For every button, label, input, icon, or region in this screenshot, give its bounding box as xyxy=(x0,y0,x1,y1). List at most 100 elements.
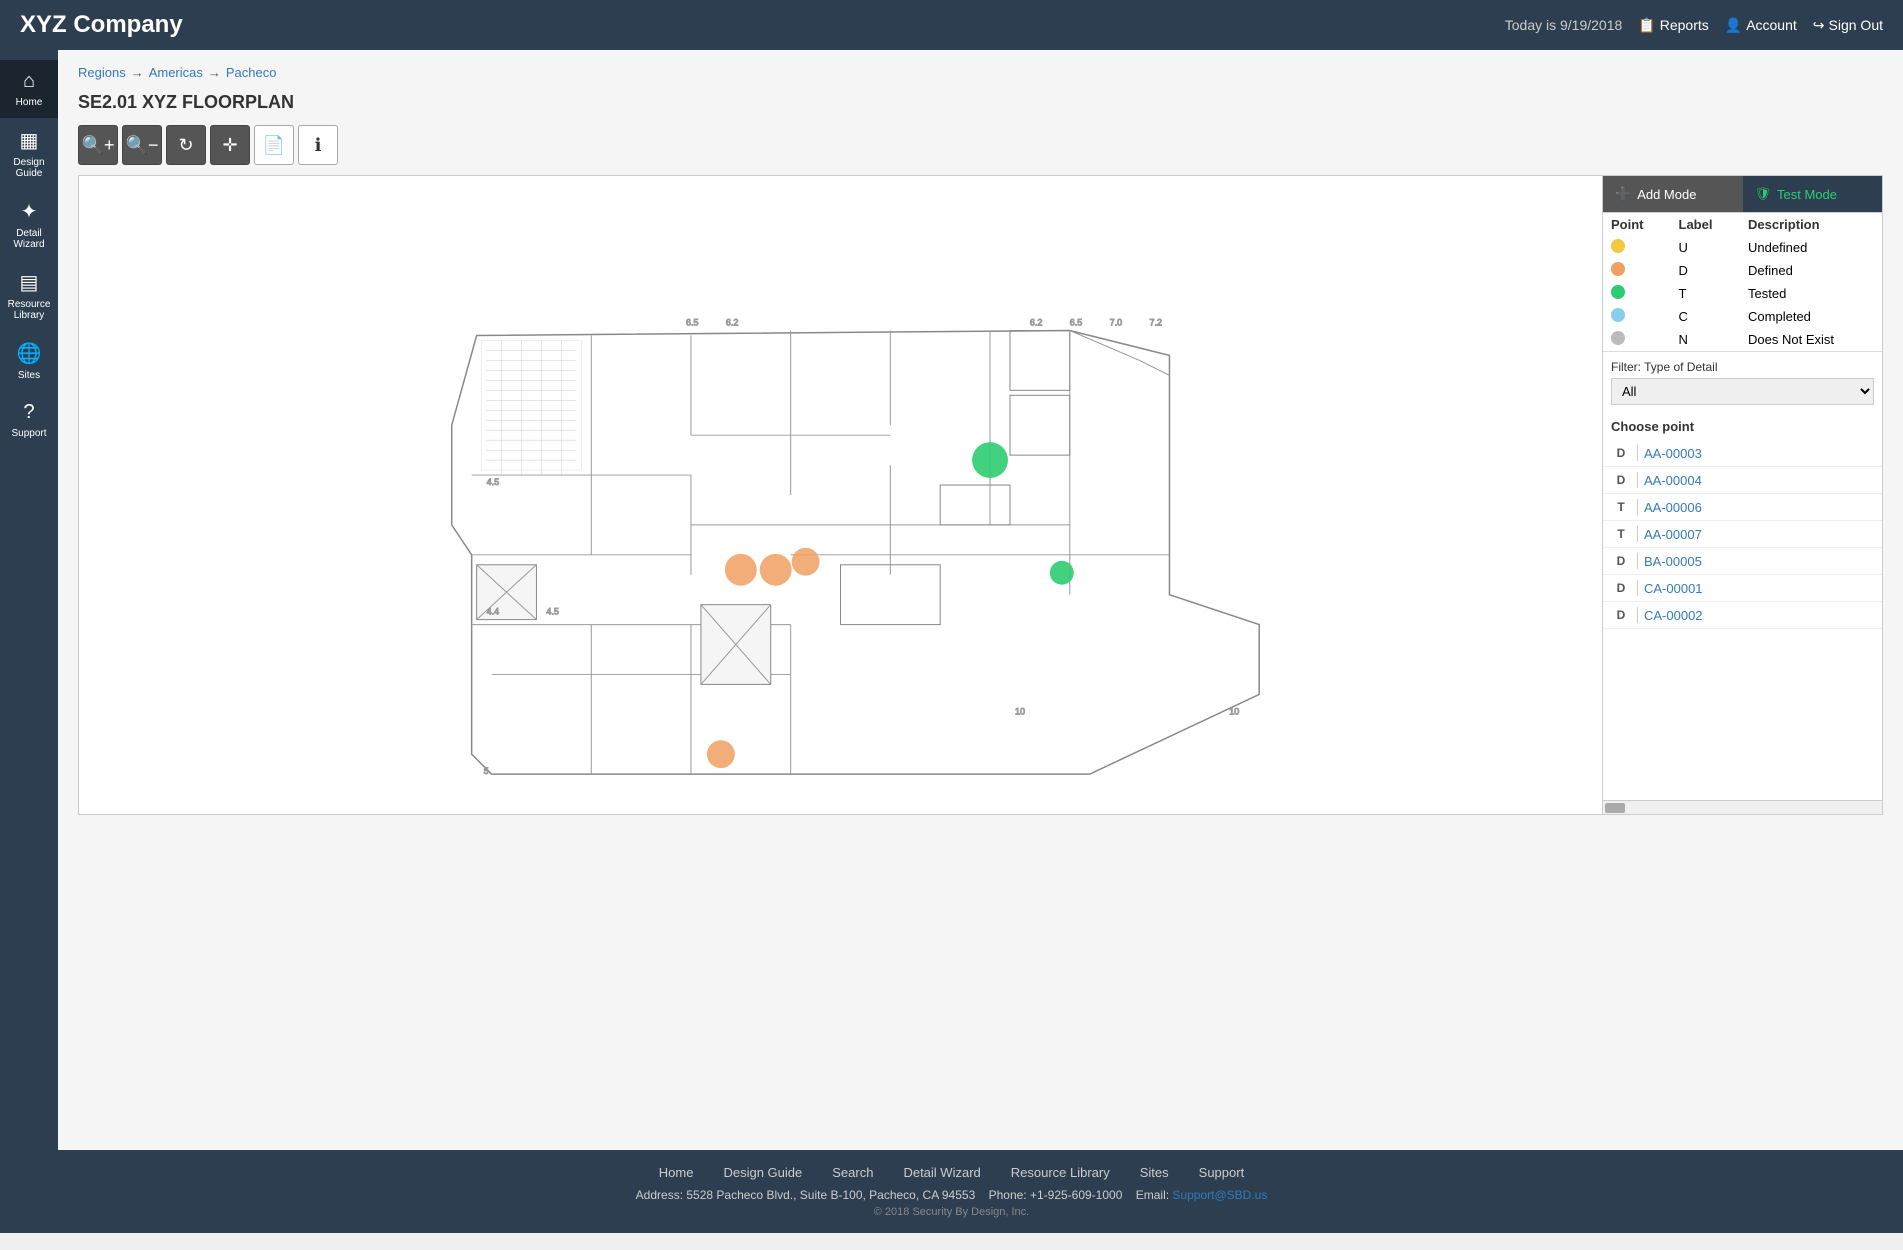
svg-text:7.0: 7.0 xyxy=(1110,318,1122,328)
legend-description-cell: Tested xyxy=(1740,282,1882,305)
test-mode-button[interactable]: 🛡 Test Mode xyxy=(1743,176,1883,212)
legend-dot xyxy=(1611,285,1625,299)
legend-row: U Undefined xyxy=(1603,236,1882,259)
svg-text:6.5: 6.5 xyxy=(1070,318,1082,328)
email-link[interactable]: Support@SBD.us xyxy=(1172,1188,1267,1202)
sidebar-item-home[interactable]: ⌂ Home xyxy=(0,60,58,118)
footer-link-home[interactable]: Home xyxy=(659,1165,694,1180)
point-status: D xyxy=(1611,446,1631,460)
footer-links: Home Design Guide Search Detail Wizard Resou… xyxy=(20,1165,1883,1180)
point-item[interactable]: D CA-00002 xyxy=(1603,602,1882,629)
add-mode-button[interactable]: ➕ Add Mode xyxy=(1603,176,1743,212)
sidebar-item-resource-library[interactable]: ▤ Resource Library xyxy=(0,260,58,331)
point-link[interactable]: AA-00004 xyxy=(1644,473,1702,488)
copyright: © 2018 Security By Design, Inc. xyxy=(20,1206,1883,1218)
legend-header-description: Description xyxy=(1740,213,1882,236)
toolbar: 🔍+ 🔍− ↻ ✛ 📄 ℹ xyxy=(78,125,1883,165)
legend-label-cell: N xyxy=(1671,328,1741,351)
main-panel: 4.5 4.4 4.5 5 10 10 6.2 6.5 7.0 7.2 6.5 … xyxy=(78,175,1883,815)
zoom-out-button[interactable]: 🔍− xyxy=(122,125,162,165)
legend-dot-cell xyxy=(1603,328,1671,351)
point-item[interactable]: D BA-00005 xyxy=(1603,548,1882,575)
sidebar-item-design-guide[interactable]: ▦ Design Guide xyxy=(0,118,58,189)
point-item[interactable]: D AA-00003 xyxy=(1603,440,1882,467)
detail-wizard-icon: ✦ xyxy=(21,199,38,224)
legend-description-cell: Defined xyxy=(1740,259,1882,282)
floorplan-svg: 4.5 4.4 4.5 5 10 10 6.2 6.5 7.0 7.2 6.5 … xyxy=(79,176,1602,814)
address-value: 5528 Pacheco Blvd., Suite B-100, Pacheco… xyxy=(686,1188,975,1202)
point-divider xyxy=(1637,607,1638,623)
header-date: Today is 9/19/2018 xyxy=(1505,17,1623,33)
reports-link[interactable]: 📋 Reports xyxy=(1638,17,1708,34)
sites-icon: 🌐 xyxy=(17,341,42,366)
sidebar-label-support: Support xyxy=(11,428,46,439)
legend-table: Point Label Description U Undefined D De… xyxy=(1603,213,1882,351)
sidebar-item-support[interactable]: ? Support xyxy=(0,391,58,449)
footer-address: Address: 5528 Pacheco Blvd., Suite B-100… xyxy=(20,1188,1883,1202)
point-divider xyxy=(1637,526,1638,542)
right-panel: ➕ Add Mode 🛡 Test Mode Point Label D xyxy=(1603,175,1883,815)
point-status: D xyxy=(1611,554,1631,568)
filter-select[interactable]: All Camera Door Motion Other xyxy=(1611,378,1874,405)
footer-link-detail-wizard[interactable]: Detail Wizard xyxy=(903,1165,980,1180)
point-link[interactable]: CA-00002 xyxy=(1644,608,1703,623)
point-item[interactable]: T AA-00007 xyxy=(1603,521,1882,548)
point-item[interactable]: T AA-00006 xyxy=(1603,494,1882,521)
legend-dot-cell xyxy=(1603,282,1671,305)
account-link[interactable]: 👤 Account xyxy=(1725,17,1797,34)
point-link[interactable]: AA-00006 xyxy=(1644,500,1702,515)
footer-link-design-guide[interactable]: Design Guide xyxy=(723,1165,802,1180)
signout-icon: ↪ xyxy=(1813,17,1825,34)
zoom-in-button[interactable]: 🔍+ xyxy=(78,125,118,165)
point-link[interactable]: CA-00001 xyxy=(1644,581,1703,596)
home-icon: ⌂ xyxy=(23,70,35,93)
legend-dot-cell xyxy=(1603,236,1671,259)
shield-icon: 🛡 xyxy=(1755,186,1772,202)
sidebar-item-detail-wizard[interactable]: ✦ Detail Wizard xyxy=(0,189,58,260)
legend-description-cell: Completed xyxy=(1740,305,1882,328)
sidebar: ⌂ Home ▦ Design Guide ✦ Detail Wizard ▤ … xyxy=(0,50,58,1150)
footer-link-support[interactable]: Support xyxy=(1199,1165,1245,1180)
sidebar-item-sites[interactable]: 🌐 Sites xyxy=(0,331,58,391)
point-divider xyxy=(1637,499,1638,515)
signout-link[interactable]: ↪ Sign Out xyxy=(1813,17,1883,34)
move-button[interactable]: ✛ xyxy=(210,125,250,165)
footer-link-search[interactable]: Search xyxy=(832,1165,873,1180)
sidebar-label-sites: Sites xyxy=(18,370,40,381)
choose-point-label: Choose point xyxy=(1603,413,1882,440)
point-link[interactable]: AA-00003 xyxy=(1644,446,1702,461)
refresh-button[interactable]: ↻ xyxy=(166,125,206,165)
point-item[interactable]: D AA-00004 xyxy=(1603,467,1882,494)
legend-dot xyxy=(1611,262,1625,276)
breadcrumb-regions[interactable]: Regions xyxy=(78,65,126,80)
point-divider xyxy=(1637,553,1638,569)
scroll-bar[interactable] xyxy=(1603,800,1882,814)
point-list[interactable]: D AA-00003 D AA-00004 T AA-00006 T AA-00… xyxy=(1603,440,1882,800)
point-status: D xyxy=(1611,581,1631,595)
point-link[interactable]: BA-00005 xyxy=(1644,554,1702,569)
breadcrumb-americas[interactable]: Americas xyxy=(149,65,203,80)
legend-label-cell: C xyxy=(1671,305,1741,328)
svg-text:10: 10 xyxy=(1229,706,1239,716)
info-button[interactable]: ℹ xyxy=(298,125,338,165)
svg-text:7.2: 7.2 xyxy=(1150,318,1162,328)
breadcrumb-pacheco[interactable]: Pacheco xyxy=(226,65,277,80)
right-panel-buttons: ➕ Add Mode 🛡 Test Mode xyxy=(1603,176,1882,213)
point-link[interactable]: AA-00007 xyxy=(1644,527,1702,542)
svg-text:6.2: 6.2 xyxy=(1030,318,1042,328)
point-item[interactable]: D CA-00001 xyxy=(1603,575,1882,602)
point-status: D xyxy=(1611,608,1631,622)
point-divider xyxy=(1637,445,1638,461)
footer-link-sites[interactable]: Sites xyxy=(1140,1165,1169,1180)
phone-value: +1-925-609-1000 xyxy=(1030,1188,1122,1202)
pdf-button[interactable]: 📄 xyxy=(254,125,294,165)
floorplan-container[interactable]: 4.5 4.4 4.5 5 10 10 6.2 6.5 7.0 7.2 6.5 … xyxy=(78,175,1603,815)
footer-link-resource-library[interactable]: Resource Library xyxy=(1011,1165,1110,1180)
legend-row: N Does Not Exist xyxy=(1603,328,1882,351)
header-actions: Today is 9/19/2018 📋 Reports 👤 Account ↪… xyxy=(1505,17,1883,34)
account-icon: 👤 xyxy=(1725,17,1742,34)
legend-header-point: Point xyxy=(1603,213,1671,236)
legend-label-cell: T xyxy=(1671,282,1741,305)
legend-dot xyxy=(1611,308,1625,322)
svg-text:6.2: 6.2 xyxy=(726,318,738,328)
